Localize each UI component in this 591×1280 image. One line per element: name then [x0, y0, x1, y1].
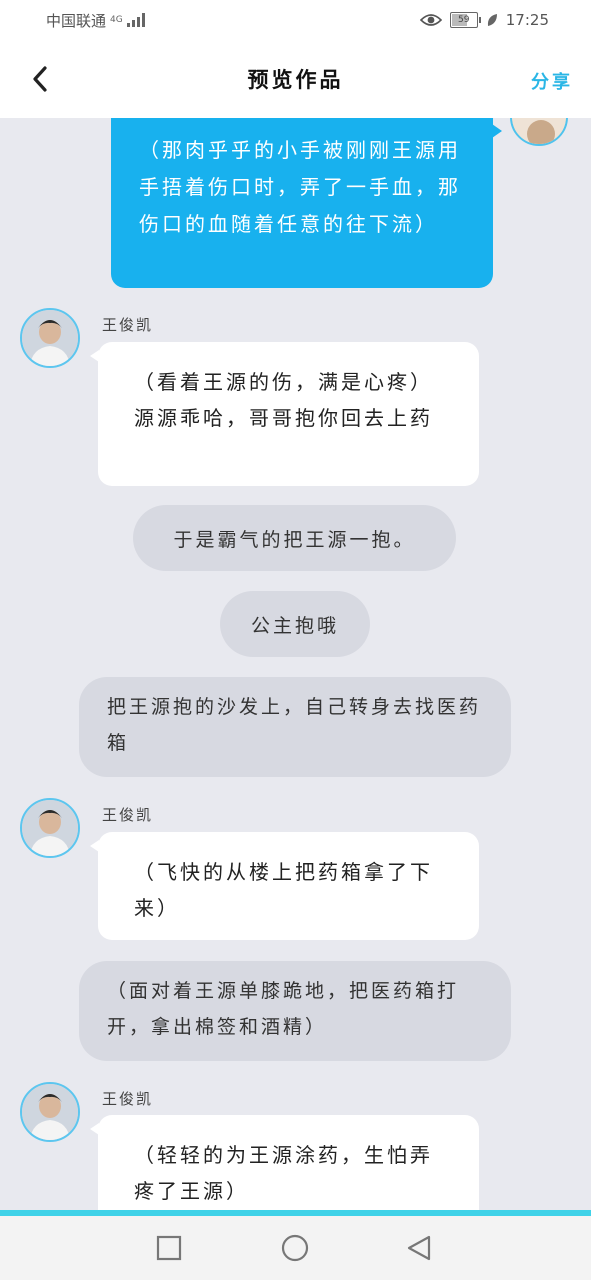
avatar[interactable] — [20, 308, 80, 368]
status-left: 中国联通 4G — [0, 10, 145, 31]
narration-text: 于是霸气的把王源一抱。 — [173, 528, 416, 551]
clock: 17:25 — [505, 11, 549, 29]
status-right: 59 17:25 — [419, 11, 591, 29]
battery-icon: 59 — [449, 12, 481, 28]
avatar-image — [22, 310, 78, 366]
narration-text: （面对着王源单膝跪地，把医药箱打开，拿出棉签和酒精） — [107, 980, 460, 1038]
self-message-text: （那肉乎乎的小手被刚刚王源用手捂着伤口时，弄了一手血，那伤口的血随着任意的往下流… — [139, 138, 461, 236]
self-avatar[interactable] — [510, 118, 568, 146]
message-bubble: （轻轻的为王源涂药，生怕弄疼了王源） — [90, 1115, 479, 1210]
carrier-name: 中国联通 — [46, 11, 107, 30]
narration-text: 把王源抱的沙发上，自己转身去找医药箱 — [107, 696, 482, 754]
status-bar: 中国联通 4G 59 17:25 — [0, 0, 591, 40]
share-button[interactable]: 分享 — [531, 68, 573, 94]
self-message-bubble: （那肉乎乎的小手被刚刚王源用手捂着伤口时，弄了一手血，那伤口的血随着任意的往下流… — [111, 118, 502, 288]
app-header: 预览作品 分享 — [0, 40, 591, 118]
speaker-name: 王俊凯 — [102, 1090, 154, 1108]
narration-bubble: 于是霸气的把王源一抱。 — [133, 505, 456, 571]
narration-text: 公主抱哦 — [250, 614, 339, 637]
message-text: （轻轻的为王源涂药，生怕弄疼了王源） — [134, 1143, 433, 1203]
message-text: （看着王源的伤，满是心疼）源源乖哈，哥哥抱你回去上药 — [134, 370, 433, 430]
leaf-icon — [487, 14, 497, 26]
avatar-image — [22, 1084, 78, 1140]
eye-icon — [419, 14, 442, 26]
self-avatar-image — [512, 118, 566, 144]
signal-icon — [126, 13, 145, 27]
back-icon[interactable] — [405, 1234, 433, 1262]
back-arrow-icon[interactable] — [26, 62, 56, 96]
message-bubble: （看着王源的伤，满是心疼）源源乖哈，哥哥抱你回去上药 — [90, 342, 479, 486]
page-title: 预览作品 — [247, 68, 344, 92]
home-icon[interactable] — [281, 1234, 309, 1262]
system-nav-bar — [0, 1216, 591, 1280]
speaker-name: 王俊凯 — [102, 316, 154, 334]
avatar-image — [22, 800, 78, 856]
battery-percent: 59 — [458, 15, 470, 25]
narration-bubble: （面对着王源单膝跪地，把医药箱打开，拿出棉签和酒精） — [79, 961, 511, 1061]
avatar[interactable] — [20, 1082, 80, 1142]
narration-bubble: 公主抱哦 — [220, 591, 370, 657]
recent-apps-icon[interactable] — [155, 1234, 183, 1262]
avatar[interactable] — [20, 798, 80, 858]
message-text: （飞快的从楼上把药箱拿了下来） — [134, 860, 433, 920]
narration-bubble: 把王源抱的沙发上，自己转身去找医药箱 — [79, 677, 511, 777]
speaker-name: 王俊凯 — [102, 806, 154, 824]
network-type: 4G — [110, 14, 123, 25]
message-bubble: （飞快的从楼上把药箱拿了下来） — [90, 832, 479, 940]
chat-area[interactable]: （那肉乎乎的小手被刚刚王源用手捂着伤口时，弄了一手血，那伤口的血随着任意的往下流… — [0, 118, 591, 1210]
